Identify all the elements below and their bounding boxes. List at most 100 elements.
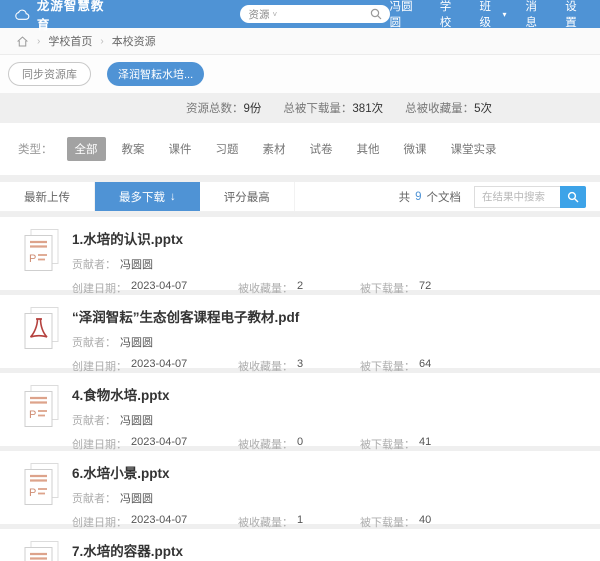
file-row[interactable]: P 7.水培的容器.pptx (0, 529, 600, 561)
date-label: 创建日期： (72, 358, 127, 374)
chevron-down-icon: ▾ (503, 10, 507, 19)
doc-count-suffix: 个文档 (427, 189, 462, 205)
downloads-value: 64 (419, 358, 431, 374)
sync-library-button[interactable]: 同步资源库 (8, 62, 91, 86)
filter-test-papers[interactable]: 试卷 (302, 137, 341, 161)
downloads-label: 被下载量： (360, 280, 415, 296)
home-icon[interactable] (16, 35, 29, 48)
downloads-label: 被下载量： (360, 358, 415, 374)
nav-username[interactable]: 冯圆圆 (390, 0, 421, 30)
type-filter: 类型： 全部 教案 课件 习题 素材 试卷 其他 微课 课堂实录 (0, 123, 600, 175)
active-collection-tag[interactable]: 泽润智耘水培... (107, 62, 204, 86)
svg-text:P: P (29, 487, 36, 499)
file-row[interactable]: P 1.水培的认识.pptx 贡献者：冯圆圆 创建日期：2023-04-07 被… (0, 217, 600, 290)
sort-tab-most-downloaded[interactable]: 最多下载 ↓ (95, 182, 200, 211)
ppt-file-icon: P (22, 226, 72, 290)
top-header: 龙游智慧教育 资源 ˅ 冯圆圆 学校 班级 ▾ 消息 设置 (0, 0, 600, 28)
contributor-value: 冯圆圆 (120, 490, 153, 506)
nav-class-dropdown[interactable]: 班级 ▾ (479, 0, 506, 30)
filter-micro-lessons[interactable]: 微课 (396, 137, 435, 161)
breadcrumb-separator: › (37, 36, 40, 47)
favorites-value: 0 (297, 436, 303, 452)
result-search-input[interactable] (474, 186, 560, 208)
contributor-label: 贡献者： (72, 412, 116, 428)
search-icon[interactable] (370, 8, 382, 20)
contributor-value: 冯圆圆 (120, 256, 153, 272)
date-label: 创建日期： (72, 280, 127, 296)
date-value: 2023-04-07 (131, 514, 187, 530)
favorites-label: 被收藏量： (238, 280, 293, 296)
date-value: 2023-04-07 (131, 280, 187, 296)
filter-exercises[interactable]: 习题 (208, 137, 247, 161)
favorites-value: 3 (297, 358, 303, 374)
date-value: 2023-04-07 (131, 436, 187, 452)
contributor-label: 贡献者： (72, 256, 116, 272)
chevron-down-icon: ˅ (272, 10, 277, 19)
stat-downloads-value: 381次 (352, 103, 383, 115)
stat-favorites-label: 总被收藏量： (405, 103, 474, 115)
ppt-file-icon: P (22, 382, 72, 446)
nav-messages[interactable]: 消息 (526, 0, 547, 30)
result-search (474, 186, 586, 208)
doc-count: 9 (415, 191, 421, 203)
file-list: P 1.水培的认识.pptx 贡献者：冯圆圆 创建日期：2023-04-07 被… (0, 217, 600, 561)
cloud-logo-icon (14, 8, 30, 21)
brand-title: 龙游智慧教育 (37, 0, 113, 33)
downloads-value: 72 (419, 280, 431, 296)
search-scope-dropdown[interactable]: 资源 ˅ (248, 7, 277, 22)
header-nav: 冯圆圆 学校 班级 ▾ 消息 设置 (390, 0, 586, 30)
brand: 龙游智慧教育 (14, 0, 112, 33)
contributor-label: 贡献者： (72, 490, 116, 506)
ppt-file-icon: P (22, 538, 72, 561)
file-title[interactable]: 6.水培小景.pptx (72, 462, 600, 482)
favorites-label: 被收藏量： (238, 436, 293, 452)
date-label: 创建日期： (72, 514, 127, 530)
divider (0, 175, 600, 182)
result-tools: 共 9 个文档 (399, 182, 600, 211)
pdf-file-icon (22, 304, 72, 368)
downloads-value: 40 (419, 514, 431, 530)
favorites-label: 被收藏量： (238, 358, 293, 374)
file-title[interactable]: 7.水培的容器.pptx (72, 540, 600, 560)
breadcrumb-school-resources[interactable]: 本校资源 (112, 33, 156, 49)
file-title[interactable]: 1.水培的认识.pptx (72, 228, 600, 248)
sort-tab-top-rated[interactable]: 评分最高 (200, 182, 295, 211)
doc-count-prefix: 共 (399, 189, 411, 205)
sort-descending-icon: ↓ (170, 191, 176, 203)
date-label: 创建日期： (72, 436, 127, 452)
file-title[interactable]: “泽润智耘”生态创客课程电子教材.pdf (72, 306, 600, 326)
filter-lesson-plans[interactable]: 教案 (114, 137, 153, 161)
sort-tab-newest[interactable]: 最新上传 (0, 182, 95, 211)
svg-text:P: P (29, 253, 36, 265)
contributor-value: 冯圆圆 (120, 334, 153, 350)
stat-downloads-label: 总被下载量： (283, 103, 352, 115)
breadcrumb: › 学校首页 › 本校资源 (0, 28, 600, 55)
downloads-label: 被下载量： (360, 514, 415, 530)
filter-materials[interactable]: 素材 (255, 137, 294, 161)
stat-favorites-value: 5次 (474, 103, 492, 115)
stats-bar: 资源总数：9份 总被下载量：381次 总被收藏量：5次 (0, 93, 600, 123)
filter-courseware[interactable]: 课件 (161, 137, 200, 161)
file-row[interactable]: “泽润智耘”生态创客课程电子教材.pdf 贡献者：冯圆圆 创建日期：2023-0… (0, 295, 600, 368)
result-search-button[interactable] (560, 186, 586, 208)
filter-other[interactable]: 其他 (349, 137, 388, 161)
file-row[interactable]: P 6.水培小景.pptx 贡献者：冯圆圆 创建日期：2023-04-07 被收… (0, 451, 600, 524)
header-search[interactable]: 资源 ˅ (240, 5, 389, 23)
svg-text:P: P (29, 409, 36, 421)
filter-all[interactable]: 全部 (67, 137, 106, 161)
stat-total-label: 资源总数： (186, 103, 244, 115)
date-value: 2023-04-07 (131, 358, 187, 374)
nav-settings[interactable]: 设置 (565, 0, 586, 30)
favorites-label: 被收藏量： (238, 514, 293, 530)
breadcrumb-separator: › (100, 36, 103, 47)
filter-classroom-recordings[interactable]: 课堂实录 (443, 137, 505, 161)
sort-bar: 最新上传 最多下载 ↓ 评分最高 共 9 个文档 (0, 182, 600, 212)
nav-school[interactable]: 学校 (440, 0, 461, 30)
stat-total-value: 9份 (244, 103, 262, 115)
resource-tabs: 同步资源库 泽润智耘水培... (0, 55, 600, 93)
breadcrumb-school-home[interactable]: 学校首页 (48, 33, 92, 49)
file-row[interactable]: P 4.食物水培.pptx 贡献者：冯圆圆 创建日期：2023-04-07 被收… (0, 373, 600, 446)
filter-label: 类型： (18, 141, 53, 157)
favorites-value: 1 (297, 514, 303, 530)
file-title[interactable]: 4.食物水培.pptx (72, 384, 600, 404)
